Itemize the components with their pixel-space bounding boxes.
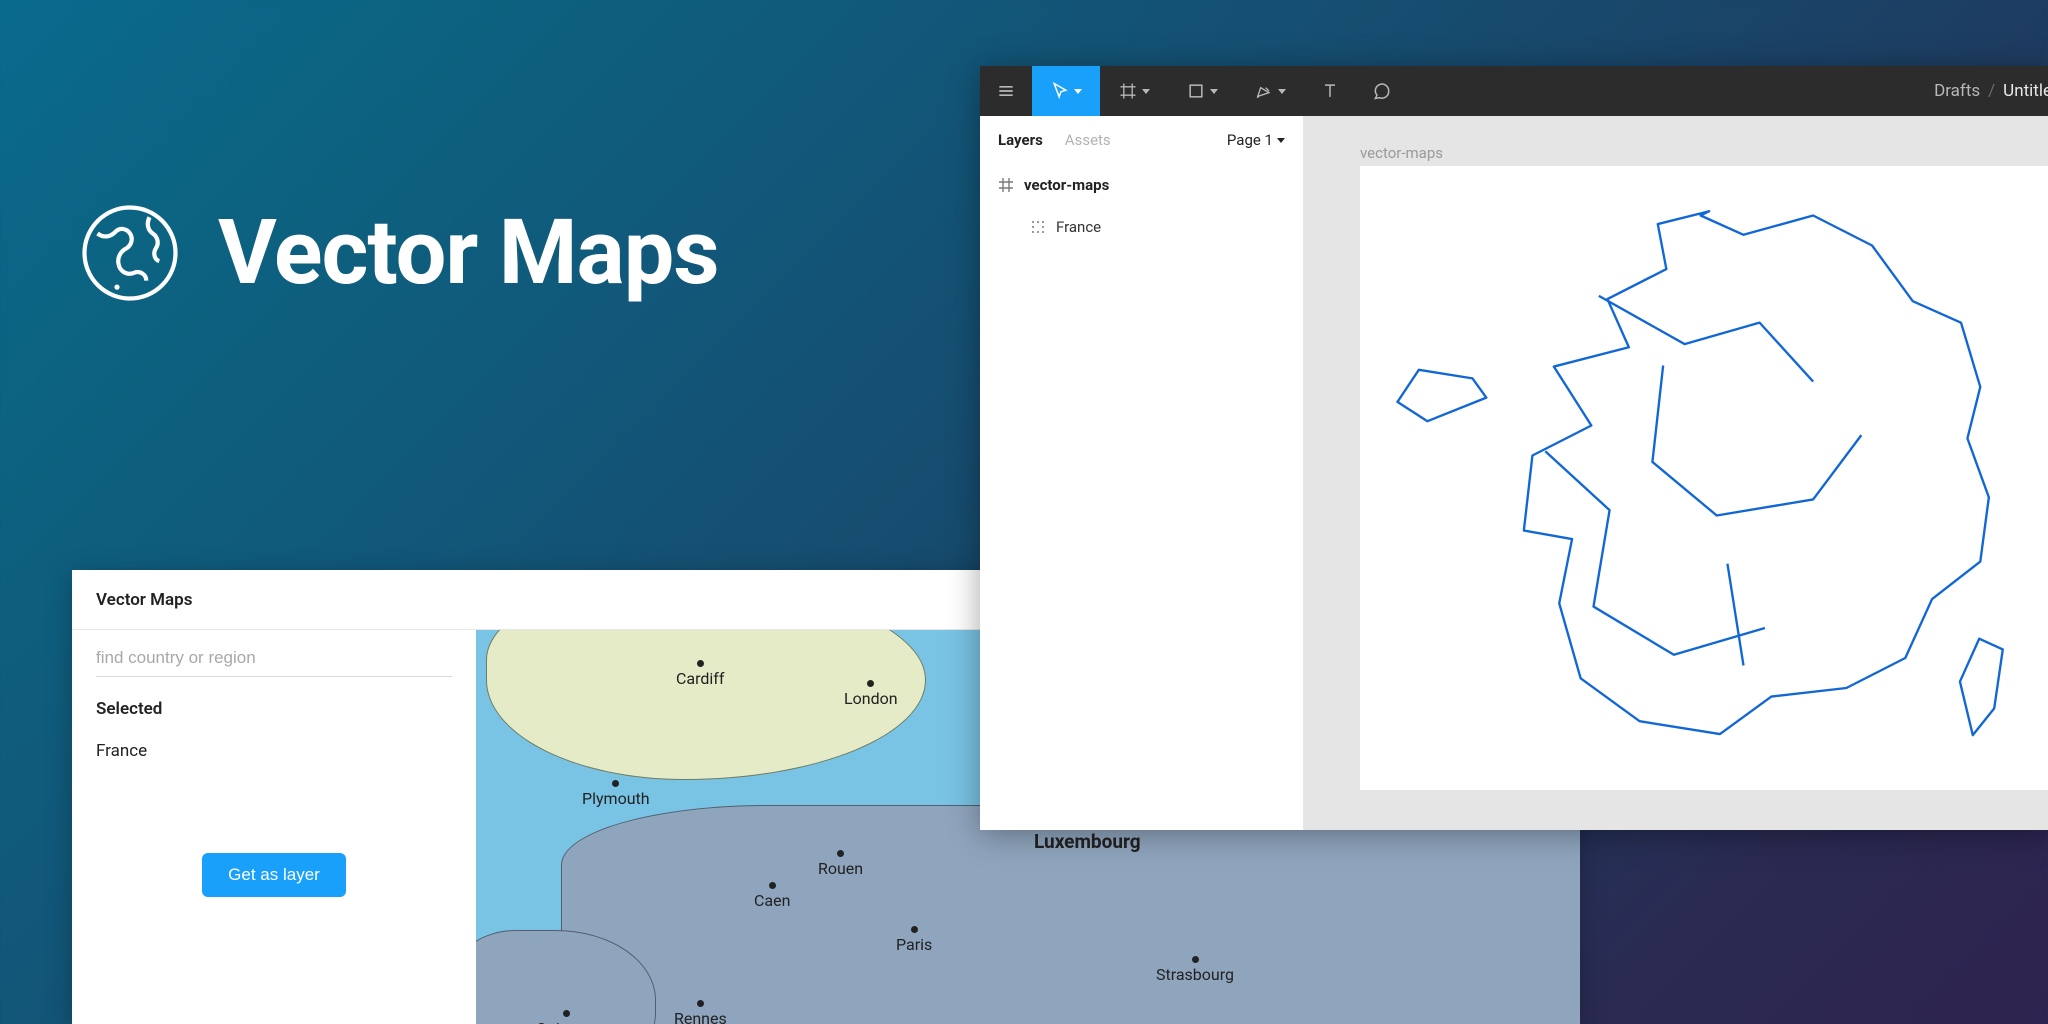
canvas-frame[interactable] — [1360, 166, 2048, 790]
menu-icon[interactable] — [980, 66, 1032, 116]
tab-layers[interactable]: Layers — [998, 131, 1043, 149]
crumb-location: Drafts — [1934, 81, 1980, 101]
city-caen: Caen — [754, 882, 790, 910]
city-plymouth: Plymouth — [582, 780, 650, 808]
city-quimper: Quimper — [536, 1010, 597, 1024]
comment-tool-icon[interactable] — [1356, 66, 1408, 116]
frame-label: vector-maps — [1360, 144, 1443, 162]
plugin-title: Vector Maps — [96, 590, 192, 610]
city-london: London — [844, 680, 898, 708]
city-cardiff: Cardiff — [676, 660, 724, 688]
layer-frame[interactable]: vector-maps — [980, 164, 1303, 206]
selected-heading: Selected — [96, 699, 452, 719]
hero-title: Vector Maps — [218, 200, 719, 305]
pen-tool-icon[interactable] — [1236, 66, 1304, 116]
canvas[interactable]: vector-maps — [1304, 116, 2048, 830]
plugin-sidebar: Selected France Get as layer — [72, 630, 476, 1024]
layer-child[interactable]: France — [980, 206, 1303, 248]
breadcrumb[interactable]: Drafts / Untitle — [1934, 66, 2048, 116]
group-icon — [1030, 219, 1046, 235]
design-tool-window: Drafts / Untitle Layers Assets Page 1 ve… — [980, 66, 2048, 830]
label-luxembourg: Luxembourg — [1034, 830, 1141, 853]
frame-icon — [998, 177, 1014, 193]
vector-outline — [1372, 178, 2040, 778]
layers-panel: Layers Assets Page 1 vector-maps France — [980, 116, 1304, 830]
city-rennes: Rennes — [674, 1000, 727, 1024]
move-tool-icon[interactable] — [1032, 66, 1100, 116]
city-strasbourg: Strasbourg — [1156, 956, 1234, 984]
search-input[interactable] — [96, 648, 452, 668]
shape-tool-icon[interactable] — [1168, 66, 1236, 116]
hero: Vector Maps — [78, 200, 719, 305]
crumb-file: Untitle — [2003, 81, 2048, 101]
layer-frame-label: vector-maps — [1024, 176, 1109, 194]
get-as-layer-button[interactable]: Get as layer — [202, 853, 346, 897]
layer-child-label: France — [1056, 218, 1101, 236]
globe-icon — [78, 201, 182, 305]
toolbar: Drafts / Untitle — [980, 66, 2048, 116]
city-rouen: Rouen — [818, 850, 863, 878]
page-selector[interactable]: Page 1 — [1227, 131, 1285, 149]
text-tool-icon[interactable] — [1304, 66, 1356, 116]
city-paris: Paris — [896, 926, 932, 954]
frame-tool-icon[interactable] — [1100, 66, 1168, 116]
selected-item[interactable]: France — [96, 741, 452, 761]
tab-assets[interactable]: Assets — [1065, 131, 1111, 149]
